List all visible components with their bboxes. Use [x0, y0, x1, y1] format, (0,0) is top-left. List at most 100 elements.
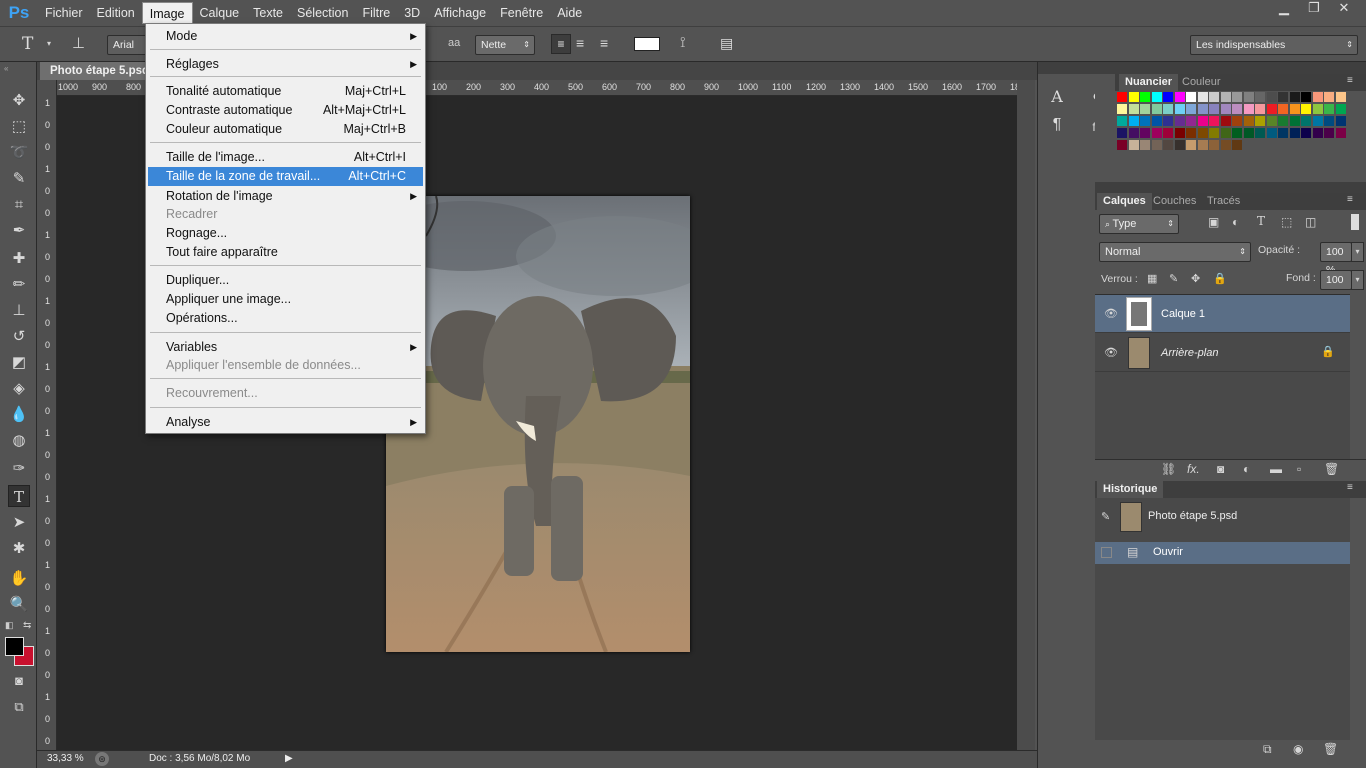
lock-transparency-icon[interactable]: ▦ [1147, 272, 1157, 285]
close-icon[interactable]: ✕ [1330, 0, 1358, 18]
chevron-down-icon[interactable]: ▾ [1351, 270, 1364, 290]
color-swatch[interactable] [1335, 104, 1346, 114]
color-swatch[interactable] [1197, 128, 1208, 138]
fill-input[interactable]: 100 % [1320, 270, 1352, 304]
history-brush-tool-icon[interactable]: ↺ [8, 326, 30, 348]
color-swatch[interactable] [1278, 116, 1288, 126]
text-orientation-icon[interactable]: ⊥ [72, 34, 85, 52]
color-swatch[interactable] [1232, 140, 1242, 150]
menu-item-6[interactable]: Taille de l'image... Alt+Ctrl+I [148, 148, 423, 167]
menu-texte[interactable]: Texte [246, 2, 290, 24]
menu-image[interactable]: Image [141, 2, 193, 24]
tab-historique[interactable]: Historique [1097, 481, 1164, 498]
path-select-tool-icon[interactable]: ➤ [8, 512, 30, 534]
dodge-tool-icon[interactable]: ◍ [8, 430, 30, 452]
color-swatch[interactable] [1220, 116, 1231, 126]
color-swatch[interactable] [1128, 92, 1139, 102]
menu-affichage[interactable]: Affichage [427, 2, 493, 24]
color-swatch[interactable] [1174, 92, 1185, 102]
chevron-down-icon[interactable]: ▾ [1351, 242, 1364, 262]
foreground-color-swatch[interactable] [5, 637, 24, 656]
color-swatch[interactable] [1278, 128, 1288, 138]
panel-menu-icon[interactable]: ≡ [1347, 482, 1353, 493]
eye-icon[interactable]: 👁 [1104, 307, 1118, 320]
color-swatch[interactable] [1163, 92, 1173, 102]
lock-all-icon[interactable]: 🔒 [1213, 272, 1227, 285]
text-color-swatch[interactable] [634, 37, 660, 51]
color-swatch[interactable] [1140, 140, 1150, 150]
color-swatch[interactable] [1197, 104, 1208, 114]
color-swatch[interactable] [1255, 92, 1265, 102]
color-swatch[interactable] [1335, 116, 1346, 126]
restore-icon[interactable]: ❐ [1300, 0, 1328, 18]
add-mask-icon[interactable]: ◙ [1217, 462, 1224, 476]
color-swatch[interactable] [1266, 104, 1277, 114]
chevron-down-icon[interactable]: ▾ [47, 39, 51, 48]
menu-3d[interactable]: 3D [397, 2, 427, 24]
layer-row-calque-1[interactable]: 👁 Calque 1 [1095, 295, 1350, 333]
color-swatch[interactable] [1174, 128, 1185, 138]
color-swatch[interactable] [1312, 116, 1323, 126]
vertical-scrollbar[interactable] [1017, 80, 1035, 750]
menu-item-12[interactable]: Dupliquer... [148, 271, 423, 290]
color-swatch[interactable] [1151, 104, 1162, 114]
color-swatch[interactable] [1301, 92, 1311, 102]
color-swatch[interactable] [1128, 140, 1139, 150]
stamp-tool-icon[interactable]: ⊥ [8, 300, 30, 322]
zoom-tool-icon[interactable]: 🔍 [8, 594, 30, 616]
color-swatch[interactable] [1243, 128, 1254, 138]
color-swatch[interactable] [1128, 128, 1139, 138]
color-swatch[interactable] [1289, 116, 1300, 126]
color-swatch[interactable] [1335, 128, 1346, 138]
minimize-icon[interactable]: ▁ [1270, 0, 1298, 18]
color-swatch[interactable] [1278, 104, 1288, 114]
menu-item-7[interactable]: Taille de la zone de travail... Alt+Ctrl+… [148, 167, 423, 186]
menu-item-8[interactable]: Rotation de l'image ▶ [148, 187, 423, 206]
lock-position-icon[interactable]: ✥ [1191, 272, 1200, 285]
color-swatch[interactable] [1140, 92, 1150, 102]
color-swatch[interactable] [1117, 140, 1127, 150]
new-adjustment-icon[interactable]: ◐ [1243, 462, 1250, 476]
color-swatch[interactable] [1289, 104, 1300, 114]
color-swatch[interactable] [1209, 128, 1219, 138]
color-swatch[interactable] [1255, 104, 1265, 114]
color-swatch[interactable] [1197, 92, 1208, 102]
color-swatch[interactable] [1266, 128, 1277, 138]
color-swatch[interactable] [1312, 128, 1323, 138]
panel-menu-icon[interactable]: ≡ [1347, 194, 1353, 205]
quick-mask-icon[interactable]: ◙ [8, 670, 30, 692]
eyedropper-tool-icon[interactable]: ✒ [8, 220, 30, 242]
shape-tool-icon[interactable]: ✱ [8, 538, 30, 560]
hand-tool-icon[interactable]: ✋ [8, 568, 30, 590]
default-colors-icon[interactable]: ◧ [5, 620, 14, 631]
camera-icon[interactable]: ◉ [1293, 742, 1303, 756]
new-layer-icon[interactable]: ▫ [1297, 462, 1301, 476]
color-swatch[interactable] [1186, 116, 1196, 126]
color-swatch[interactable] [1140, 128, 1150, 138]
marquee-tool-icon[interactable]: ⬚ [8, 116, 30, 138]
color-swatch[interactable] [1255, 116, 1265, 126]
blend-mode-select[interactable]: Normal ⇕ [1099, 242, 1251, 262]
menu-item-3[interactable]: Tonalité automatique Maj+Ctrl+L [148, 82, 423, 101]
filter-smart-object-icon[interactable]: ◫ [1305, 215, 1316, 229]
color-swatch[interactable] [1117, 116, 1127, 126]
color-swatch[interactable] [1289, 128, 1300, 138]
move-tool-icon[interactable]: ✥ [8, 90, 30, 112]
screen-mode-icon[interactable]: ⧉ [8, 696, 30, 718]
fx-icon[interactable]: fx. [1187, 462, 1200, 476]
color-swatch[interactable] [1209, 104, 1219, 114]
color-swatch[interactable] [1220, 104, 1231, 114]
color-swatch[interactable] [1289, 92, 1300, 102]
status-info-icon[interactable]: ⊛ [95, 752, 109, 766]
color-swatch[interactable] [1174, 104, 1185, 114]
character-panel-icon[interactable]: ▤ [720, 35, 733, 52]
color-swatch[interactable] [1220, 128, 1231, 138]
color-swatch[interactable] [1128, 104, 1139, 114]
filter-type-icon[interactable]: T [1257, 214, 1265, 228]
menu-item-5[interactable]: Couleur automatique Maj+Ctrl+B [148, 120, 423, 139]
menu-item-11[interactable]: Tout faire apparaître [148, 243, 423, 262]
layer-filter-select[interactable]: ⌕ Type ⇕ [1099, 214, 1179, 234]
zoom-level[interactable]: 33,33 % [47, 753, 84, 764]
collapse-icon[interactable]: « [4, 64, 8, 73]
menu-item-10[interactable]: Rognage... [148, 224, 423, 243]
